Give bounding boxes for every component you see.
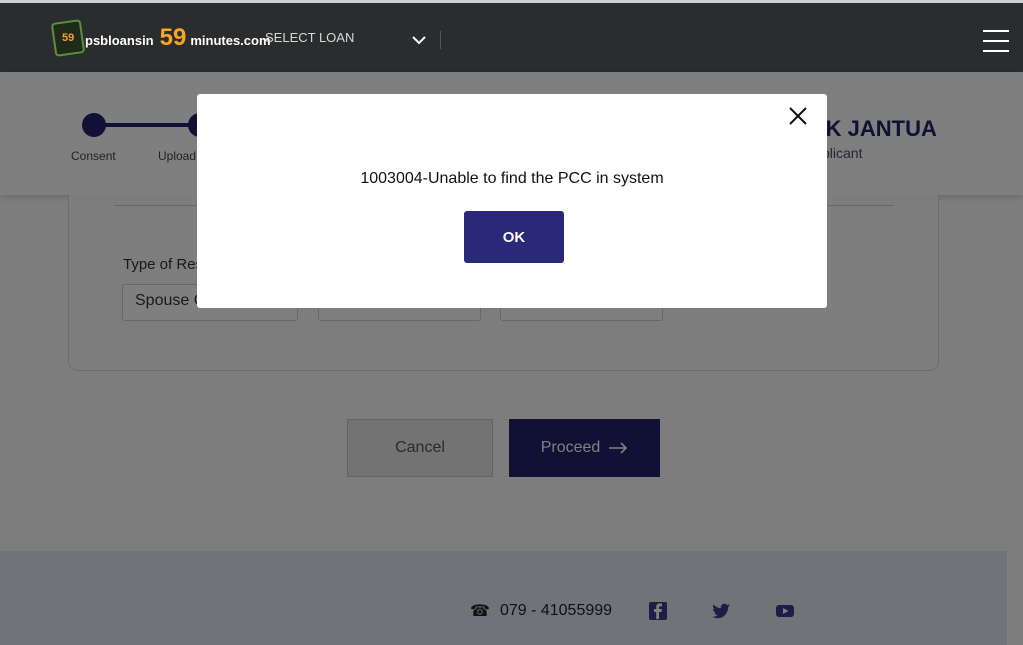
logo-prefix: psbloansin — [85, 33, 154, 48]
top-navbar: 59 psbloansin 59 minutes.com SELECT LOAN — [0, 0, 1023, 72]
logo-number: 59 — [159, 24, 187, 51]
error-message: 1003004-Unable to find the PCC in system — [360, 170, 664, 187]
logo-text: psbloansin 59 minutes.com — [85, 24, 271, 52]
error-dialog: 1003004-Unable to find the PCC in system… — [197, 94, 827, 308]
logo-badge-icon: 59 — [50, 19, 86, 57]
header-divider — [440, 31, 441, 49]
select-loan-dropdown-label[interactable]: SELECT LOAN — [265, 30, 354, 45]
close-icon[interactable] — [787, 105, 809, 127]
brand-logo[interactable]: 59 psbloansin 59 minutes.com — [50, 19, 271, 57]
logo-suffix: minutes.com — [190, 33, 271, 48]
hamburger-menu-icon[interactable] — [983, 30, 1009, 52]
ok-button[interactable]: OK — [464, 211, 564, 263]
chevron-down-icon[interactable] — [410, 31, 428, 49]
